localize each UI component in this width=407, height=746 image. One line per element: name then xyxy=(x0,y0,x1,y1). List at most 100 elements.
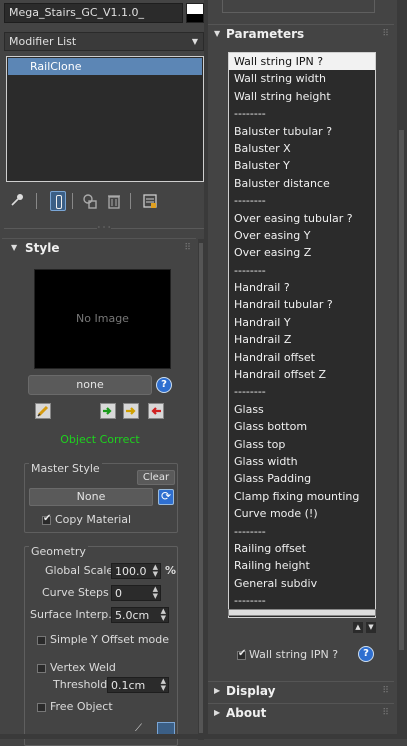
surface-interp-spinner[interactable]: 5.0cm ▲ ▼ xyxy=(111,607,169,623)
parameter-list-item[interactable]: Baluster Y xyxy=(229,157,375,174)
simple-y-offset-label: Simple Y Offset mode xyxy=(50,633,170,646)
parameter-list-item[interactable]: Railing height xyxy=(229,557,375,574)
pin-stack-icon[interactable] xyxy=(10,193,26,209)
parameter-list-item[interactable]: -------- xyxy=(229,383,375,400)
parameters-header-label: Parameters xyxy=(226,27,305,41)
parameter-list-item[interactable]: Handrail tubular ? xyxy=(229,296,375,313)
parameter-list-item[interactable]: Curve mode (!) xyxy=(229,505,375,522)
parameter-help-icon[interactable]: ? xyxy=(358,646,374,662)
rollout-grip-icon[interactable]: ⠿ xyxy=(382,29,389,39)
spinner-arrows-icon[interactable]: ▲ ▼ xyxy=(161,678,166,692)
display-rollout-header[interactable]: ▶ Display ⠿ xyxy=(208,681,394,701)
parameter-list-item[interactable]: Glass top xyxy=(229,436,375,453)
rollout-grip-icon[interactable]: ⠿ xyxy=(382,686,389,696)
style-rollout-header[interactable]: ▼ Style ⠿ xyxy=(2,239,196,259)
surface-interp-value: 5.0cm xyxy=(115,609,150,622)
parameter-list-item[interactable]: Baluster tubular ? xyxy=(229,123,375,140)
parameter-list-item[interactable]: Baluster X xyxy=(229,140,375,157)
parameter-list-item[interactable]: General subdiv xyxy=(229,575,375,592)
parameter-list-item[interactable]: Glass xyxy=(229,401,375,418)
rollout-grip-icon[interactable]: ⠿ xyxy=(382,708,389,718)
move-down-icon[interactable]: ▼ xyxy=(366,622,376,633)
panel-splitter-grip: · · · xyxy=(97,223,111,232)
parameter-list-item[interactable]: Clamp fixing mounting xyxy=(229,488,375,505)
parameter-list-item[interactable]: Handrail Z xyxy=(229,331,375,348)
parameter-list-item[interactable]: Wall string width xyxy=(229,70,375,87)
parameter-list-item[interactable]: Wall string IPN ? xyxy=(229,53,375,71)
parameter-list-item[interactable]: Glass Padding xyxy=(229,470,375,487)
remove-style-icon[interactable] xyxy=(148,403,164,419)
panel-splitter[interactable]: · · · xyxy=(0,224,208,234)
parameter-list-item[interactable]: -------- xyxy=(229,262,375,279)
move-up-icon[interactable]: ▲ xyxy=(353,622,363,633)
spinner-arrows-icon[interactable]: ▲ ▼ xyxy=(153,564,158,578)
copy-style-icon[interactable] xyxy=(123,403,139,419)
selected-parameter-checkbox[interactable] xyxy=(237,648,246,660)
about-header-label: About xyxy=(226,706,267,720)
help-icon[interactable]: ? xyxy=(156,377,172,393)
parameter-list-item[interactable]: Handrail offset xyxy=(229,349,375,366)
parameter-list-item[interactable]: -------- xyxy=(229,523,375,540)
modifier-stack-item[interactable]: RailClone xyxy=(8,58,202,75)
parameter-list-item[interactable]: Handrail offset Z xyxy=(229,366,375,383)
modifier-stack[interactable]: RailClone xyxy=(6,56,204,182)
global-scale-spinner[interactable]: 100.0 ▲ ▼ xyxy=(111,563,161,579)
left-panel-scrollbar-thumb[interactable] xyxy=(199,243,203,733)
parameter-list-item[interactable]: Glass bottom xyxy=(229,418,375,435)
top-collapsed-rollout[interactable] xyxy=(222,0,375,13)
parameter-list-item[interactable]: Over easing Y xyxy=(229,227,375,244)
collapse-icon: ▼ xyxy=(11,243,18,252)
object-color-swatch[interactable] xyxy=(186,3,204,23)
import-style-icon[interactable] xyxy=(100,403,116,419)
parameter-list-item[interactable]: Handrail Y xyxy=(229,314,375,331)
right-panel-scrollbar[interactable] xyxy=(397,0,407,739)
vertex-weld-checkbox[interactable] xyxy=(37,664,46,673)
curve-steps-label: Curve Steps xyxy=(42,586,109,599)
master-style-selector[interactable]: None xyxy=(29,488,153,506)
threshold-value: 0.1cm xyxy=(111,679,146,692)
free-object-checkbox[interactable] xyxy=(37,703,46,712)
clear-button-label: Clear xyxy=(142,472,170,483)
parameter-list-item[interactable]: -------- xyxy=(229,592,375,609)
parameter-list-item[interactable]: Baluster distance xyxy=(229,175,375,192)
parameter-list-item[interactable]: Railing offset xyxy=(229,540,375,557)
parameter-list-item[interactable]: Over easing tubular ? xyxy=(229,210,375,227)
parameters-rollout: ▼ Parameters ⠿ Wall string IPN ? Wall str… xyxy=(208,24,394,675)
parameter-list-item[interactable]: Glass width xyxy=(229,453,375,470)
threshold-spinner[interactable]: 0.1cm ▲ ▼ xyxy=(107,677,169,693)
make-unique-icon[interactable] xyxy=(82,193,98,209)
expand-icon: ▶ xyxy=(214,708,221,717)
parameters-listbox-hscroll[interactable] xyxy=(228,609,376,616)
simple-y-offset-checkbox[interactable] xyxy=(37,636,46,645)
right-panel-scrollbar-thumb[interactable] xyxy=(399,130,404,650)
parameter-list-item[interactable]: Over easing Z xyxy=(229,244,375,261)
configure-modifier-sets-icon[interactable] xyxy=(142,193,158,209)
parameters-listbox[interactable]: Wall string IPN ? Wall string width Wall s… xyxy=(228,52,376,618)
rollout-grip-icon[interactable]: ⠿ xyxy=(184,243,191,253)
object-name-field[interactable]: Mega_Stairs_GC_V1.1.0_ xyxy=(4,3,183,23)
modifier-list-label: Modifier List xyxy=(9,35,77,48)
copy-material-checkbox[interactable] xyxy=(42,513,51,525)
spinner-arrows-icon[interactable]: ▲ ▼ xyxy=(161,608,166,622)
parameter-list-item[interactable]: Wall string height xyxy=(229,88,375,105)
remove-modifier-icon[interactable] xyxy=(106,193,122,209)
parameter-list-item[interactable]: Handrail ? xyxy=(229,279,375,296)
parameter-list-item[interactable]: -------- xyxy=(229,192,375,209)
style-selector-button[interactable]: none xyxy=(28,375,152,395)
parameters-list: Wall string IPN ? Wall string width Wall s… xyxy=(229,53,375,610)
display-header-label: Display xyxy=(226,684,276,698)
refresh-icon[interactable]: ⟳ xyxy=(158,489,174,505)
global-scale-value: 100.0 xyxy=(115,565,147,578)
geometry-label: Geometry xyxy=(29,545,88,558)
about-rollout-header[interactable]: ▶ About ⠿ xyxy=(208,703,394,723)
parameter-list-item[interactable]: -------- xyxy=(229,105,375,122)
clear-button[interactable]: Clear xyxy=(137,470,175,485)
curve-steps-spinner[interactable]: 0 ▲ ▼ xyxy=(111,585,161,601)
edit-style-icon[interactable] xyxy=(35,403,51,419)
show-end-result-icon[interactable] xyxy=(50,191,66,211)
modifier-list-dropdown[interactable]: Modifier List ▼ xyxy=(4,32,204,51)
preview-placeholder-text: No Image xyxy=(76,312,129,325)
parameters-rollout-header[interactable]: ▼ Parameters ⠿ xyxy=(208,25,394,45)
master-style-group: Master Style Clear None ⟳ Copy Material xyxy=(24,462,178,533)
spinner-arrows-icon[interactable]: ▲ ▼ xyxy=(153,586,158,600)
